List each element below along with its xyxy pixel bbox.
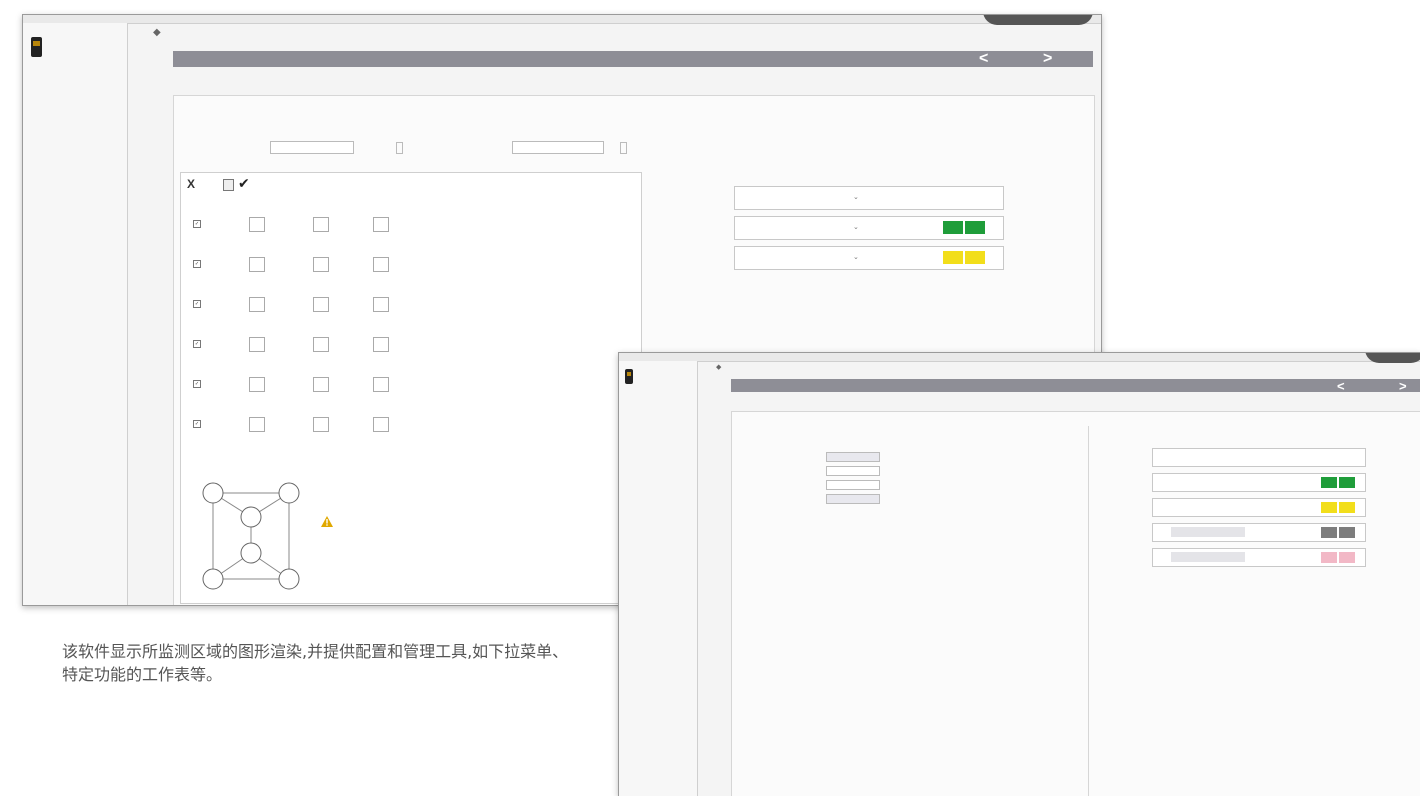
next-arrow-icon[interactable]: > <box>1399 378 1407 393</box>
output-signal-row <box>1152 473 1366 492</box>
input-delay-input[interactable] <box>512 141 604 154</box>
zone-value-box[interactable] <box>313 417 329 432</box>
device-sidebar <box>619 361 698 796</box>
zone-value-box[interactable] <box>249 337 265 352</box>
output-field-input[interactable] <box>826 494 880 504</box>
zone-value-box[interactable] <box>373 417 389 432</box>
color-swatch <box>1339 527 1355 538</box>
chevron-down-icon[interactable]: ⌄ <box>853 253 859 261</box>
device-icon[interactable] <box>625 369 633 384</box>
output-config-panel <box>731 411 1420 796</box>
zone-value-box[interactable] <box>313 297 329 312</box>
pin-icon[interactable]: ◆ <box>716 363 721 371</box>
chevron-down-icon[interactable]: ⌄ <box>853 193 859 201</box>
input-delay-spinner[interactable] <box>620 142 627 154</box>
zone-value-box[interactable] <box>373 217 389 232</box>
zone-value-box[interactable] <box>313 337 329 352</box>
color-swatch <box>1339 477 1355 488</box>
device-icon[interactable] <box>31 37 42 57</box>
prev-arrow-icon[interactable]: < <box>979 50 988 68</box>
brand-logo <box>1365 353 1420 363</box>
output-signal-row <box>1152 448 1366 467</box>
graph-node <box>240 542 262 564</box>
zone-value-box[interactable] <box>373 297 389 312</box>
color-swatch <box>965 251 985 264</box>
brand-logo <box>983 15 1093 25</box>
color-swatch <box>1321 552 1337 563</box>
zone-set-checkbox[interactable]: ✓ <box>193 260 201 268</box>
divider <box>1088 426 1089 796</box>
pin-icon[interactable]: ◆ <box>153 27 161 38</box>
zone-set-checkbox[interactable]: ✓ <box>193 340 201 348</box>
zone-value-box[interactable] <box>313 257 329 272</box>
output-field-input[interactable] <box>826 466 880 476</box>
zone-set-checkbox[interactable]: ✓ <box>193 220 201 228</box>
output-signal-row <box>1152 523 1366 542</box>
color-swatch <box>1321 477 1337 488</box>
prev-arrow-icon[interactable]: < <box>1337 378 1345 393</box>
output-config-screenshot: ◆ < > <box>618 352 1420 796</box>
function-select[interactable] <box>1171 477 1245 487</box>
function-select[interactable] <box>1171 502 1245 512</box>
output-signal-row <box>1152 548 1366 567</box>
zone-value-box[interactable] <box>249 377 265 392</box>
output-field-input[interactable] <box>826 452 880 462</box>
output-field-input[interactable] <box>826 480 880 490</box>
device-sidebar <box>23 23 128 605</box>
zone-set-table-panel: X ✔ ✓ ✓ ✓ ✓ ✓ ✓ <box>180 172 642 604</box>
warning-icon <box>321 516 333 527</box>
zone-value-box[interactable] <box>249 417 265 432</box>
caption-text: 该软件显示所监测区域的图形渲染,并提供配置和管理工具,如下拉菜单、特定功能的工作… <box>62 642 569 684</box>
delete-icon[interactable]: X <box>187 177 195 191</box>
color-swatch <box>943 221 963 234</box>
zone-value-box[interactable] <box>249 257 265 272</box>
zone-set-checkbox[interactable]: ✓ <box>193 380 201 388</box>
zone-set-checkbox[interactable]: ✓ <box>193 300 201 308</box>
nav-bar: < > <box>173 50 1093 68</box>
color-swatch <box>965 221 985 234</box>
zone-value-box[interactable] <box>313 377 329 392</box>
window-top-strip <box>619 353 1420 362</box>
next-arrow-icon[interactable]: > <box>1043 50 1052 68</box>
graph-node <box>278 568 300 590</box>
zone-value-box[interactable] <box>249 297 265 312</box>
graph-node <box>240 506 262 528</box>
window-top-strip <box>23 15 1101 24</box>
function-select[interactable] <box>1171 552 1245 562</box>
zoneset-no-input[interactable] <box>270 141 354 154</box>
graph-node <box>278 482 300 504</box>
checkmark-icon[interactable]: ✔ <box>238 175 250 192</box>
color-swatch <box>1321 502 1337 513</box>
zoneset-spinner[interactable] <box>396 142 403 154</box>
color-swatch <box>943 251 963 264</box>
function-select[interactable] <box>1171 452 1245 462</box>
zone-value-box[interactable] <box>313 217 329 232</box>
chevron-down-icon[interactable]: ⌄ <box>853 223 859 231</box>
graph-node <box>202 482 224 504</box>
nav-bar: < > <box>731 378 1420 393</box>
color-swatch <box>1339 502 1355 513</box>
input-signal-row: ⌄ <box>734 186 1004 210</box>
output-signal-row <box>1152 498 1366 517</box>
transition-graph <box>202 482 300 590</box>
zone-value-box[interactable] <box>373 337 389 352</box>
save-icon[interactable] <box>223 179 234 191</box>
zone-value-box[interactable] <box>373 377 389 392</box>
zone-value-box[interactable] <box>373 257 389 272</box>
color-swatch <box>1321 527 1337 538</box>
input-signal-row: ⌄ <box>734 246 1004 270</box>
input-signal-row: ⌄ <box>734 216 1004 240</box>
color-swatch <box>1339 552 1355 563</box>
zone-set-checkbox[interactable]: ✓ <box>193 420 201 428</box>
graph-node <box>202 568 224 590</box>
function-select[interactable] <box>1171 527 1245 537</box>
zone-value-box[interactable] <box>249 217 265 232</box>
